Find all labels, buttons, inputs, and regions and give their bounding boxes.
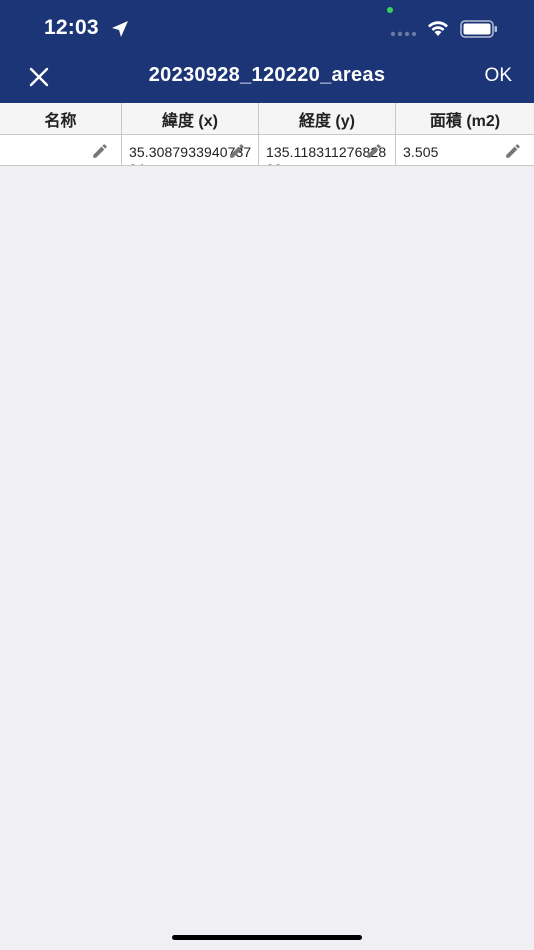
camera-indicator	[387, 7, 393, 13]
wifi-icon	[428, 21, 448, 36]
page-title: 20230928_120220_areas	[148, 64, 386, 86]
column-header-latitude[interactable]: 緯度 (x)	[122, 103, 259, 134]
battery-icon	[460, 20, 497, 38]
status-time: 12:03	[44, 16, 99, 39]
pencil-edit-icon[interactable]	[91, 142, 109, 160]
navigation-bar: 12:03 20230928_120220_areas OK	[0, 0, 534, 103]
home-indicator[interactable]	[172, 935, 362, 940]
latitude-cell[interactable]: 35.308793394073704	[122, 135, 259, 165]
column-header-longitude[interactable]: 経度 (y)	[259, 103, 396, 134]
table-header-row: 名称 緯度 (x) 経度 (y) 面積 (m2)	[0, 103, 534, 135]
pencil-edit-icon[interactable]	[504, 142, 522, 160]
column-header-name[interactable]: 名称	[0, 103, 122, 134]
table-row: 35.308793394073704 135.11831127682806 3.…	[0, 135, 534, 166]
longitude-cell[interactable]: 135.11831127682806	[259, 135, 396, 165]
name-cell[interactable]	[0, 135, 122, 165]
pencil-edit-icon[interactable]	[365, 142, 383, 160]
column-header-area[interactable]: 面積 (m2)	[396, 103, 534, 134]
area-cell[interactable]: 3.505	[396, 135, 534, 165]
pencil-edit-icon[interactable]	[228, 142, 246, 160]
data-table: 名称 緯度 (x) 経度 (y) 面積 (m2) 35.308793394073…	[0, 103, 534, 166]
cellular-signal-icon	[390, 31, 417, 37]
location-arrow-icon	[112, 21, 128, 37]
ok-button[interactable]: OK	[485, 65, 512, 87]
